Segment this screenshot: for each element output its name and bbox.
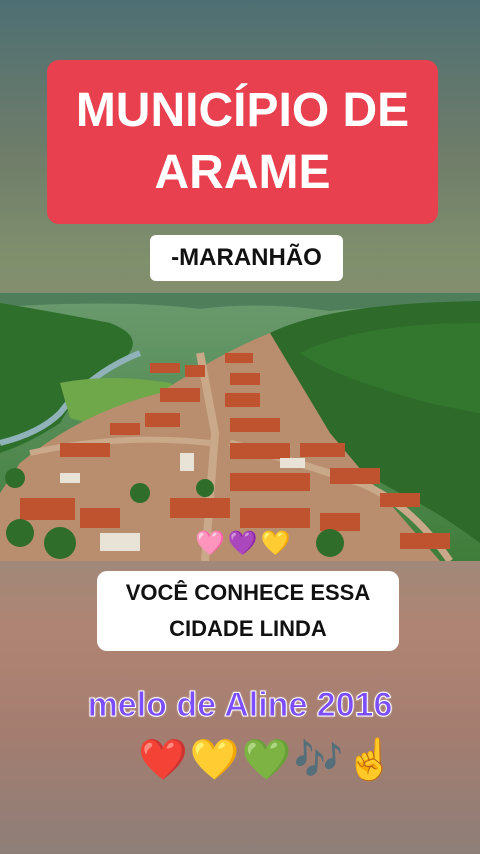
title-text: MUNICÍPIO DE ARAME <box>76 80 409 204</box>
title-line-1: MUNICÍPIO DE <box>75 84 410 137</box>
emoji-row: ❤️ 💛 💚 🎶 ☝️ <box>138 738 395 782</box>
purple-heart-icon: 💜 <box>227 530 258 557</box>
red-heart-icon: ❤️ <box>138 738 188 782</box>
subtitle-banner: -MARANHÃO <box>150 235 343 281</box>
music-credit: melo de Aline 2016 <box>87 686 393 725</box>
aerial-town-illustration <box>0 293 480 561</box>
question-line-2: CIDADE LINDA <box>169 616 327 641</box>
yellow-heart-icon: 💛 <box>260 530 291 557</box>
title-line-2: ARAME <box>154 146 331 199</box>
subtitle-text: -MARANHÃO <box>171 244 322 271</box>
hearts-decoration: 🩷 💜 💛 <box>195 530 291 558</box>
title-banner: MUNICÍPIO DE ARAME <box>47 60 438 224</box>
music-notes-icon: 🎶 <box>293 738 344 782</box>
question-text: VOCÊ CONHECE ESSA CIDADE LINDA <box>103 575 393 647</box>
pink-heart-icon: 🩷 <box>195 530 225 557</box>
yellow-heart-icon: 💛 <box>189 738 240 782</box>
green-heart-icon: 💚 <box>241 738 292 782</box>
aerial-town-photo <box>0 293 480 561</box>
pointing-up-icon: ☝️ <box>345 738 396 782</box>
question-banner: VOCÊ CONHECE ESSA CIDADE LINDA <box>97 571 399 651</box>
question-line-1: VOCÊ CONHECE ESSA <box>125 580 371 605</box>
